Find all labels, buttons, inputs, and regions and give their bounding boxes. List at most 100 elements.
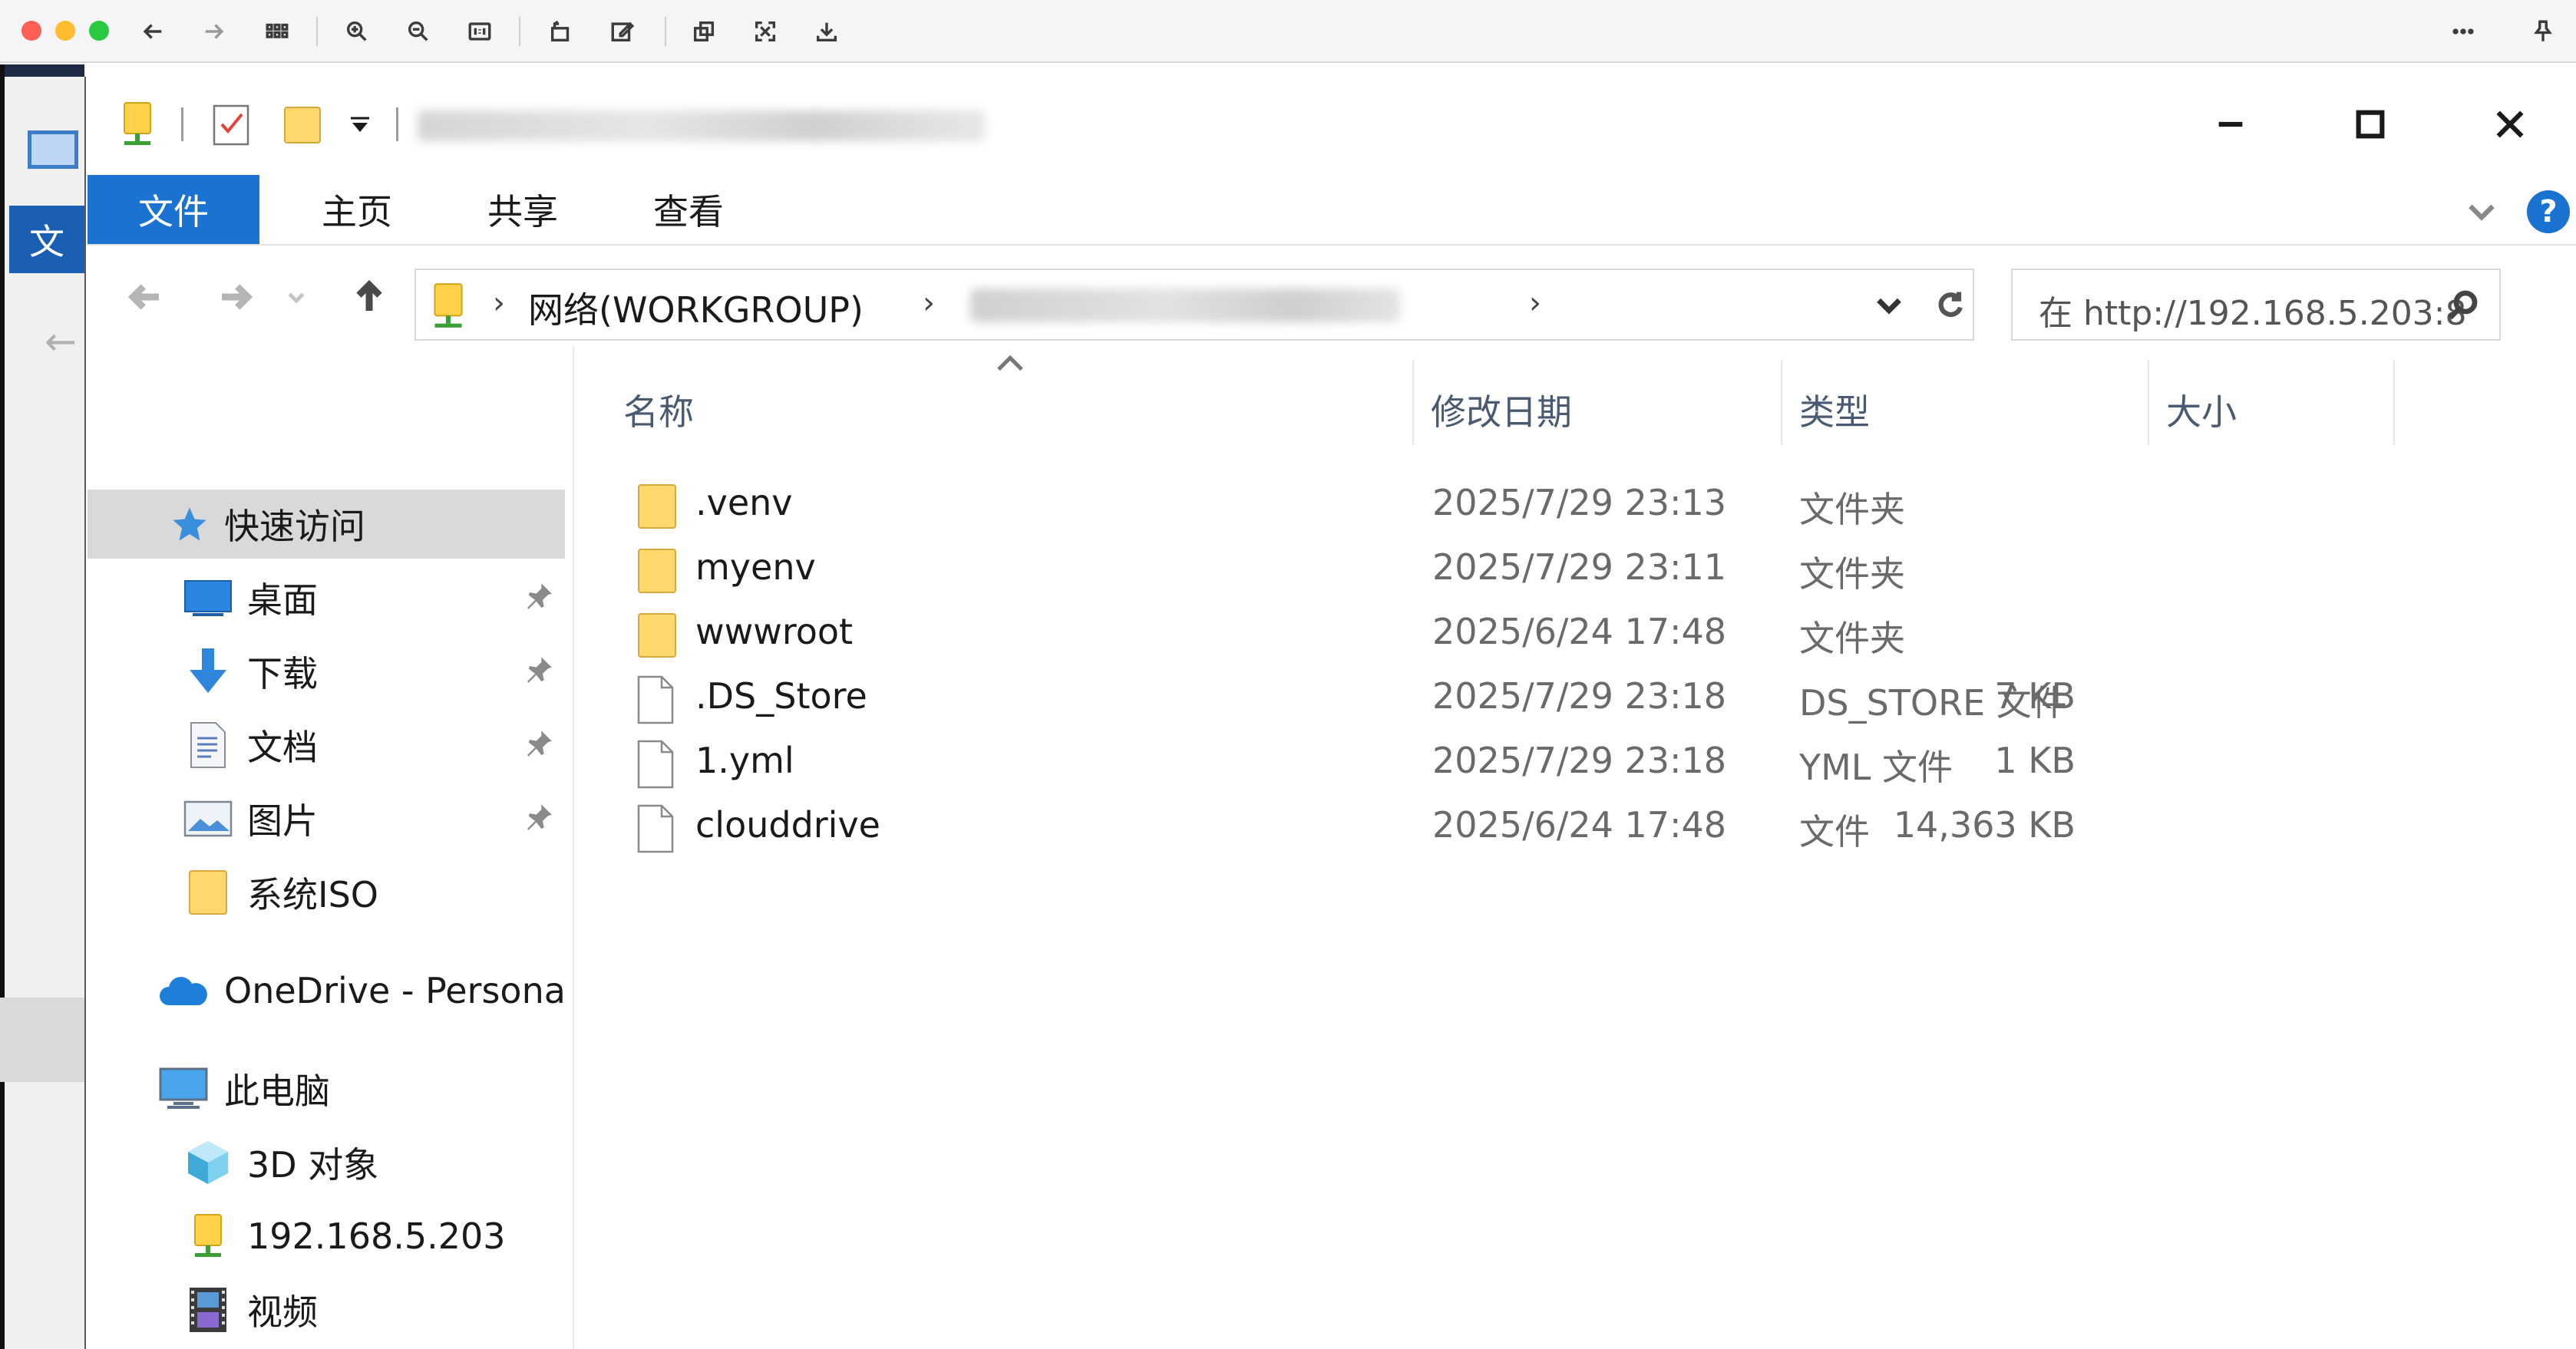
fullscreen-icon[interactable]	[748, 14, 783, 49]
column-header-size[interactable]: 大小	[2166, 374, 2350, 445]
address-bar[interactable]: › 网络(WORKGROUP) › ›	[414, 269, 1942, 341]
breadcrumb-separator[interactable]: ›	[493, 285, 505, 321]
file-type: 文件	[1799, 811, 1870, 853]
zoom-window-button[interactable]	[89, 21, 109, 41]
computer-icon	[28, 130, 78, 169]
actual-size-icon[interactable]	[462, 14, 497, 49]
sidebar-item-pictures[interactable]: 图片	[86, 784, 573, 853]
pin-icon[interactable]	[523, 655, 557, 688]
background-back-arrow-icon: ←	[45, 319, 77, 364]
rotate-icon[interactable]	[543, 14, 579, 49]
properties-icon[interactable]	[209, 100, 255, 149]
file-icon	[636, 740, 679, 789]
column-header-modified[interactable]: 修改日期	[1431, 374, 1769, 445]
sidebar-item-downloads[interactable]: 下载	[86, 637, 573, 706]
up-button[interactable]	[342, 270, 396, 324]
tab-home[interactable]: 主页	[292, 175, 422, 244]
column-divider[interactable]	[1781, 361, 1782, 445]
file-row-venv[interactable]: .venv 2025/7/29 23:13 文件夹	[574, 473, 2576, 537]
edit-icon[interactable]	[605, 14, 640, 49]
expand-ribbon-chevron-icon[interactable]	[2462, 192, 2501, 230]
address-dropdown-icon[interactable]	[1871, 287, 1907, 322]
sidebar-item-this-pc[interactable]: 此电脑	[86, 1054, 573, 1123]
search-input[interactable]: 在 http://192.168.5.203:808...	[2039, 285, 2469, 335]
breadcrumb-separator[interactable]: ›	[1529, 285, 1541, 321]
close-window-button[interactable]	[21, 21, 41, 41]
file-row-clouddrive[interactable]: clouddrive 2025/6/24 17:48 文件 14,363 KB	[574, 795, 2576, 859]
navigation-pane: 快速访问 桌面 下载 文档 图片 系统ISO OneDrive - Person…	[86, 345, 574, 1349]
forward-button[interactable]	[209, 270, 263, 324]
file-type: YML 文件	[1799, 747, 1953, 788]
zoom-in-icon[interactable]	[339, 14, 375, 49]
file-modified: 2025/7/29 23:13	[1432, 482, 1727, 523]
sidebar-item-label: 192.168.5.203	[247, 1215, 506, 1257]
back-button[interactable]	[118, 270, 172, 324]
file-name: myenv	[695, 546, 816, 588]
download-icon[interactable]	[809, 14, 844, 49]
file-row-myenv[interactable]: myenv 2025/7/29 23:11 文件夹	[574, 537, 2576, 602]
sidebar-item-videos[interactable]: 视频	[86, 1275, 573, 1344]
video-icon	[183, 1285, 233, 1335]
column-header-type[interactable]: 类型	[1799, 374, 2122, 445]
tab-file[interactable]: 文件	[88, 175, 259, 244]
folder-icon	[636, 482, 679, 531]
tab-view[interactable]: 查看	[623, 175, 754, 244]
file-row-1-yml[interactable]: 1.yml 2025/7/29 23:18 YML 文件 1 KB	[574, 731, 2576, 795]
grid-view-icon[interactable]	[259, 14, 295, 49]
refresh-button[interactable]	[1928, 269, 1974, 341]
customize-quick-access-icon[interactable]	[341, 100, 379, 149]
pin-icon[interactable]	[523, 802, 557, 836]
breadcrumb-separator[interactable]: ›	[923, 285, 935, 321]
pin-icon[interactable]	[2525, 14, 2561, 49]
file-row-wwwroot[interactable]: wwwroot 2025/6/24 17:48 文件夹	[574, 602, 2576, 666]
cloud-icon	[158, 965, 209, 1016]
close-button[interactable]	[2464, 92, 2556, 157]
background-selection	[0, 998, 84, 1082]
sidebar-item-3d-objects[interactable]: 3D 对象	[86, 1128, 573, 1197]
file-row-ds-store[interactable]: .DS_Store 2025/7/29 23:18 DS_STORE 文件 7 …	[574, 666, 2576, 731]
sidebar-item-network-drive[interactable]: 192.168.5.203	[86, 1202, 573, 1271]
file-modified: 2025/7/29 23:18	[1432, 675, 1727, 717]
column-divider[interactable]	[1412, 361, 1414, 445]
sidebar-item-desktop[interactable]: 桌面	[86, 563, 573, 632]
file-explorer-window: 文件 主页 共享 查看 ? › 网络(WORKGROUP) › › 在 http…	[84, 77, 2576, 1349]
sidebar-item-system-iso[interactable]: 系统ISO	[86, 858, 573, 927]
breadcrumb-redacted[interactable]	[970, 289, 1400, 322]
new-folder-icon[interactable]	[279, 100, 325, 149]
sidebar-item-onedrive[interactable]: OneDrive - Persona	[86, 956, 573, 1025]
pictures-icon	[183, 1346, 233, 1349]
computer-icon	[158, 1064, 209, 1114]
minimize-button[interactable]	[2185, 92, 2277, 157]
copy-icon[interactable]	[686, 14, 722, 49]
sidebar-item-quick-access[interactable]: 快速访问	[88, 490, 565, 559]
more-icon[interactable]	[2446, 14, 2481, 49]
help-button[interactable]: ?	[2527, 190, 2570, 233]
column-divider[interactable]	[2393, 361, 2395, 445]
breadcrumb-network[interactable]: 网络(WORKGROUP)	[528, 282, 864, 333]
back-icon[interactable]	[135, 14, 170, 49]
file-name: .venv	[695, 482, 793, 523]
folder-icon	[183, 867, 233, 918]
sidebar-item-documents[interactable]: 文档	[86, 711, 573, 780]
column-divider[interactable]	[2148, 361, 2149, 445]
zoom-out-icon[interactable]	[401, 14, 436, 49]
pin-icon[interactable]	[523, 581, 557, 615]
toolbar-divider	[519, 17, 520, 46]
folder-icon	[636, 546, 679, 595]
sidebar-item-label: 快速访问	[224, 506, 365, 547]
title-bar	[86, 77, 2576, 175]
column-header-name[interactable]: 名称	[623, 374, 1422, 445]
tab-share[interactable]: 共享	[457, 175, 588, 244]
forward-icon[interactable]	[197, 14, 232, 49]
background-window-titlebar	[0, 64, 84, 77]
search-box[interactable]: 在 http://192.168.5.203:808...	[2011, 269, 2501, 341]
maximize-button[interactable]	[2324, 92, 2416, 157]
pin-icon[interactable]	[523, 728, 557, 762]
viewer-toolbar	[0, 0, 2576, 63]
sidebar-item-label: OneDrive - Persona	[224, 970, 566, 1011]
file-type: 文件夹	[1799, 489, 1905, 530]
window-title-redacted	[418, 110, 986, 141]
recent-locations-chevron-icon[interactable]	[281, 270, 312, 324]
search-icon[interactable]	[2444, 287, 2481, 324]
minimize-window-button[interactable]	[55, 21, 75, 41]
